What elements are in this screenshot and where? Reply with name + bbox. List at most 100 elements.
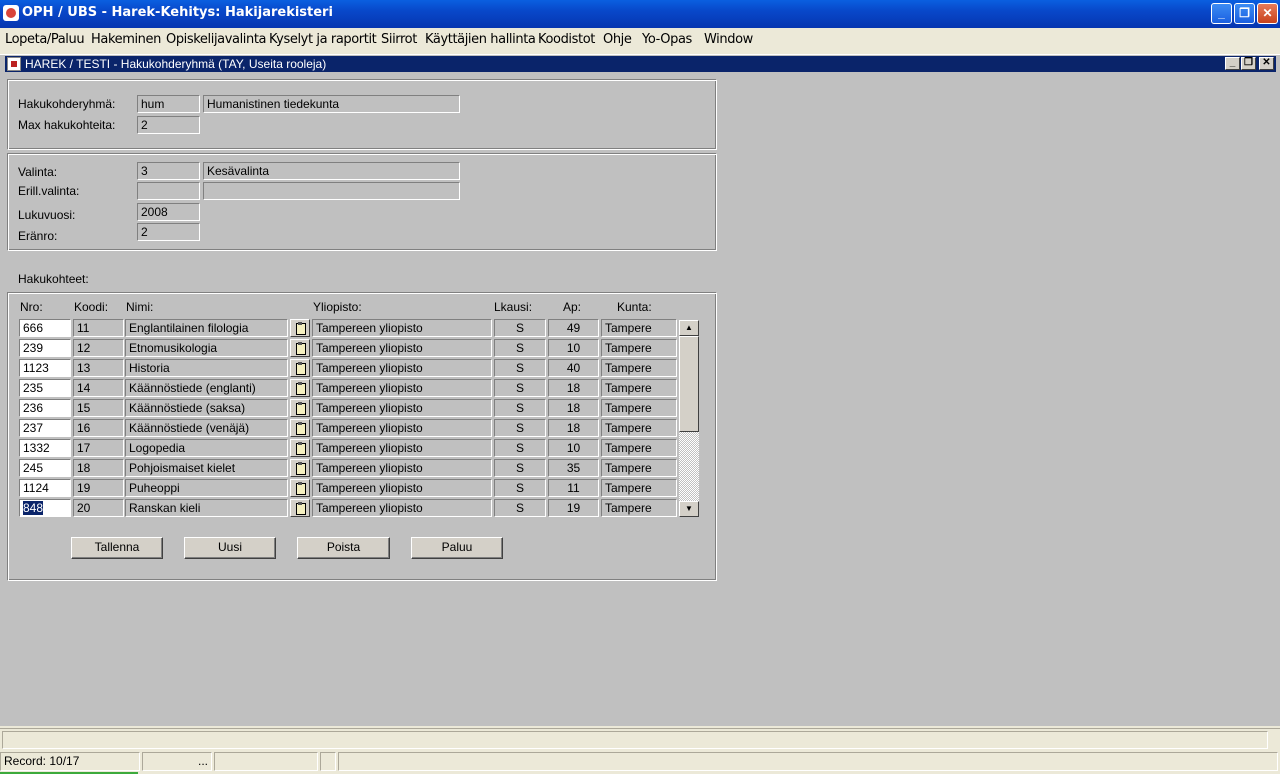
row-koodi-field[interactable]: 20	[73, 499, 124, 517]
row-lkausi-field[interactable]: S	[494, 359, 546, 377]
scroll-up-icon[interactable]: ▲	[679, 320, 699, 336]
row-lkausi-field[interactable]: S	[494, 499, 546, 517]
row-lkausi-field[interactable]: S	[494, 319, 546, 337]
row-nimi-field[interactable]: Käännöstiede (englanti)	[125, 379, 288, 397]
menu-hakeminen[interactable]: Hakeminen	[91, 32, 161, 47]
row-kunta-field[interactable]: Tampere	[601, 399, 677, 417]
clipboard-icon[interactable]	[290, 419, 310, 437]
menu-window[interactable]: Window	[704, 32, 753, 47]
row-koodi-field[interactable]: 11	[73, 319, 124, 337]
clipboard-icon[interactable]	[290, 399, 310, 417]
row-ap-field[interactable]: 49	[548, 319, 599, 337]
row-nimi-field[interactable]: Käännöstiede (saksa)	[125, 399, 288, 417]
menu-koodistot[interactable]: Koodistot	[538, 32, 595, 47]
menu-ohje[interactable]: Ohje	[603, 32, 632, 47]
row-lkausi-field[interactable]: S	[494, 399, 546, 417]
row-koodi-field[interactable]: 18	[73, 459, 124, 477]
row-nro-field-active[interactable]: 848	[19, 499, 71, 517]
row-kunta-field[interactable]: Tampere	[601, 499, 677, 517]
row-lkausi-field[interactable]: S	[494, 379, 546, 397]
row-nimi-field[interactable]: Käännöstiede (venäjä)	[125, 419, 288, 437]
row-nro-field[interactable]: 666	[19, 319, 71, 337]
row-koodi-field[interactable]: 16	[73, 419, 124, 437]
row-nimi-field[interactable]: Ranskan kieli	[125, 499, 288, 517]
row-koodi-field[interactable]: 19	[73, 479, 124, 497]
row-ap-field[interactable]: 35	[548, 459, 599, 477]
row-ap-field[interactable]: 18	[548, 419, 599, 437]
row-yliopisto-field[interactable]: Tampereen yliopisto	[312, 399, 492, 417]
row-nro-field[interactable]: 1124	[19, 479, 71, 497]
form-restore-button[interactable]: ❐	[1241, 57, 1256, 70]
row-yliopisto-field[interactable]: Tampereen yliopisto	[312, 359, 492, 377]
row-lkausi-field[interactable]: S	[494, 459, 546, 477]
row-kunta-field[interactable]: Tampere	[601, 459, 677, 477]
hakukohderyhma-name-field[interactable]: Humanistinen tiedekunta	[203, 95, 460, 113]
menu-siirrot[interactable]: Siirrot	[381, 32, 417, 47]
new-button[interactable]: Uusi	[184, 537, 276, 559]
scroll-down-icon[interactable]: ▼	[679, 501, 699, 517]
erill-valinta-code-field[interactable]	[137, 182, 200, 200]
row-nimi-field[interactable]: Etnomusikologia	[125, 339, 288, 357]
row-koodi-field[interactable]: 17	[73, 439, 124, 457]
clipboard-icon[interactable]	[290, 459, 310, 477]
row-ap-field[interactable]: 10	[548, 439, 599, 457]
lukuvuosi-field[interactable]: 2008	[137, 203, 200, 221]
clipboard-icon[interactable]	[290, 379, 310, 397]
close-button[interactable]: ✕	[1257, 3, 1278, 24]
valinta-code-field[interactable]: 3	[137, 162, 200, 180]
row-nimi-field[interactable]: Historia	[125, 359, 288, 377]
row-nro-field[interactable]: 237	[19, 419, 71, 437]
row-nro-field[interactable]: 235	[19, 379, 71, 397]
delete-button[interactable]: Poista	[297, 537, 390, 559]
row-koodi-field[interactable]: 12	[73, 339, 124, 357]
row-yliopisto-field[interactable]: Tampereen yliopisto	[312, 339, 492, 357]
menu-yo-opas[interactable]: Yo-Opas	[642, 32, 692, 47]
row-kunta-field[interactable]: Tampere	[601, 479, 677, 497]
restore-button[interactable]: ❐	[1234, 3, 1255, 24]
row-koodi-field[interactable]: 13	[73, 359, 124, 377]
row-yliopisto-field[interactable]: Tampereen yliopisto	[312, 419, 492, 437]
max-hakukohteita-field[interactable]: 2	[137, 116, 200, 134]
row-ap-field[interactable]: 18	[548, 379, 599, 397]
menu-lopeta-paluu[interactable]: Lopeta/Paluu	[5, 32, 85, 47]
clipboard-icon[interactable]	[290, 479, 310, 497]
row-ap-field[interactable]: 18	[548, 399, 599, 417]
form-minimize-button[interactable]: _	[1225, 57, 1240, 70]
erill-valinta-name-field[interactable]	[203, 182, 460, 200]
eranro-field[interactable]: 2	[137, 223, 200, 241]
row-kunta-field[interactable]: Tampere	[601, 319, 677, 337]
menu-opiskelijavalinta[interactable]: Opiskelijavalinta	[166, 32, 267, 47]
scroll-thumb[interactable]	[679, 336, 699, 432]
valinta-name-field[interactable]: Kesävalinta	[203, 162, 460, 180]
row-yliopisto-field[interactable]: Tampereen yliopisto	[312, 479, 492, 497]
row-yliopisto-field[interactable]: Tampereen yliopisto	[312, 319, 492, 337]
row-ap-field[interactable]: 19	[548, 499, 599, 517]
row-yliopisto-field[interactable]: Tampereen yliopisto	[312, 439, 492, 457]
clipboard-icon[interactable]	[290, 319, 310, 337]
row-kunta-field[interactable]: Tampere	[601, 339, 677, 357]
clipboard-icon[interactable]	[290, 339, 310, 357]
row-yliopisto-field[interactable]: Tampereen yliopisto	[312, 379, 492, 397]
row-lkausi-field[interactable]: S	[494, 479, 546, 497]
hakukohderyhma-code-field[interactable]: hum	[137, 95, 200, 113]
row-ap-field[interactable]: 11	[548, 479, 599, 497]
row-ap-field[interactable]: 40	[548, 359, 599, 377]
clipboard-icon[interactable]	[290, 439, 310, 457]
row-nro-field[interactable]: 1123	[19, 359, 71, 377]
row-kunta-field[interactable]: Tampere	[601, 359, 677, 377]
row-nro-field[interactable]: 236	[19, 399, 71, 417]
row-kunta-field[interactable]: Tampere	[601, 379, 677, 397]
save-button[interactable]: Tallenna	[71, 537, 163, 559]
menu-kyselyt-ja-raportit[interactable]: Kyselyt ja raportit	[269, 32, 377, 47]
clipboard-icon[interactable]	[290, 499, 310, 517]
row-yliopisto-field[interactable]: Tampereen yliopisto	[312, 459, 492, 477]
row-koodi-field[interactable]: 14	[73, 379, 124, 397]
row-nimi-field[interactable]: Englantilainen filologia	[125, 319, 288, 337]
row-yliopisto-field[interactable]: Tampereen yliopisto	[312, 499, 492, 517]
back-button[interactable]: Paluu	[411, 537, 503, 559]
row-koodi-field[interactable]: 15	[73, 399, 124, 417]
table-scrollbar[interactable]: ▲ ▼	[679, 320, 699, 517]
row-nimi-field[interactable]: Puheoppi	[125, 479, 288, 497]
row-nimi-field[interactable]: Logopedia	[125, 439, 288, 457]
row-ap-field[interactable]: 10	[548, 339, 599, 357]
